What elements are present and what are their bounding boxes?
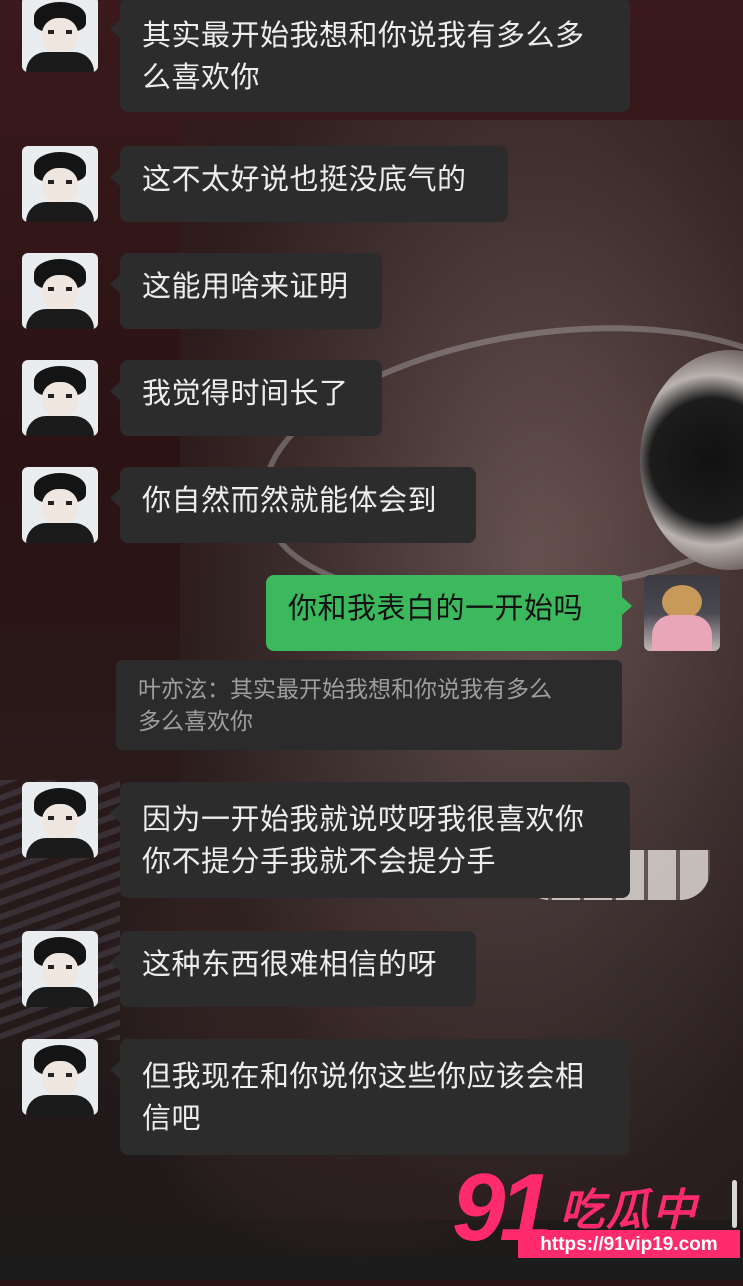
message-text: 这不太好说也挺没底气的 xyxy=(142,162,467,196)
contact-avatar[interactable] xyxy=(22,1039,98,1115)
message-bubble[interactable]: 你自然而然就能体会到 xyxy=(110,467,476,543)
dog-icon xyxy=(662,585,702,619)
message-bubble[interactable]: 我觉得时间长了 xyxy=(110,360,382,436)
message-text-line: 其实最开始我想和你说我有多么多 xyxy=(142,18,585,52)
quote-text-line: 叶亦泫：其实最开始我想和你说我有多么 xyxy=(138,677,552,703)
message-bubble[interactable]: 这能用啥来证明 xyxy=(110,253,382,329)
contact-avatar[interactable] xyxy=(22,467,98,543)
message-bubble[interactable]: 其实最开始我想和你说我有多么多 么喜欢你 xyxy=(110,0,630,112)
contact-avatar[interactable] xyxy=(22,0,98,72)
contact-avatar[interactable] xyxy=(22,782,98,858)
message-text-line: 么喜欢你 xyxy=(142,60,261,94)
site-watermark: 91 吃瓜中心 https://91vip19.com xyxy=(452,1158,742,1286)
my-avatar[interactable] xyxy=(644,575,720,651)
contact-avatar[interactable] xyxy=(22,253,98,329)
message-text-line: 信吧 xyxy=(142,1101,202,1135)
contact-avatar[interactable] xyxy=(22,931,98,1007)
message-bubble[interactable]: 这不太好说也挺没底气的 xyxy=(110,146,508,222)
message-text: 这能用啥来证明 xyxy=(142,269,349,303)
message-bubble[interactable]: 因为一开始我就说哎呀我很喜欢你 你不提分手我就不会提分手 xyxy=(110,782,630,898)
message-text: 我觉得时间长了 xyxy=(142,376,349,410)
watermark-url: https://91vip19.com xyxy=(518,1230,740,1260)
quote-text-line: 多么喜欢你 xyxy=(138,709,253,735)
contact-avatar[interactable] xyxy=(22,360,98,436)
my-message-bubble[interactable]: 你和我表白的一开始吗 xyxy=(266,575,632,651)
message-text-line: 你不提分手我就不会提分手 xyxy=(142,844,497,878)
message-text-line: 因为一开始我就说哎呀我很喜欢你 xyxy=(142,802,585,836)
message-text: 这种东西很难相信的呀 xyxy=(142,947,438,981)
message-bubble[interactable]: 但我现在和你说你这些你应该会相 信吧 xyxy=(110,1039,630,1155)
message-text-line: 但我现在和你说你这些你应该会相 xyxy=(142,1059,585,1093)
message-text: 你和我表白的一开始吗 xyxy=(288,591,584,625)
message-text: 你自然而然就能体会到 xyxy=(142,483,438,517)
scrollbar[interactable] xyxy=(732,1180,737,1228)
quoted-message[interactable]: 叶亦泫：其实最开始我想和你说我有多么 多么喜欢你 xyxy=(116,660,622,750)
bottom-bar xyxy=(0,1258,743,1280)
contact-avatar[interactable] xyxy=(22,146,98,222)
message-bubble[interactable]: 这种东西很难相信的呀 xyxy=(110,931,476,1007)
